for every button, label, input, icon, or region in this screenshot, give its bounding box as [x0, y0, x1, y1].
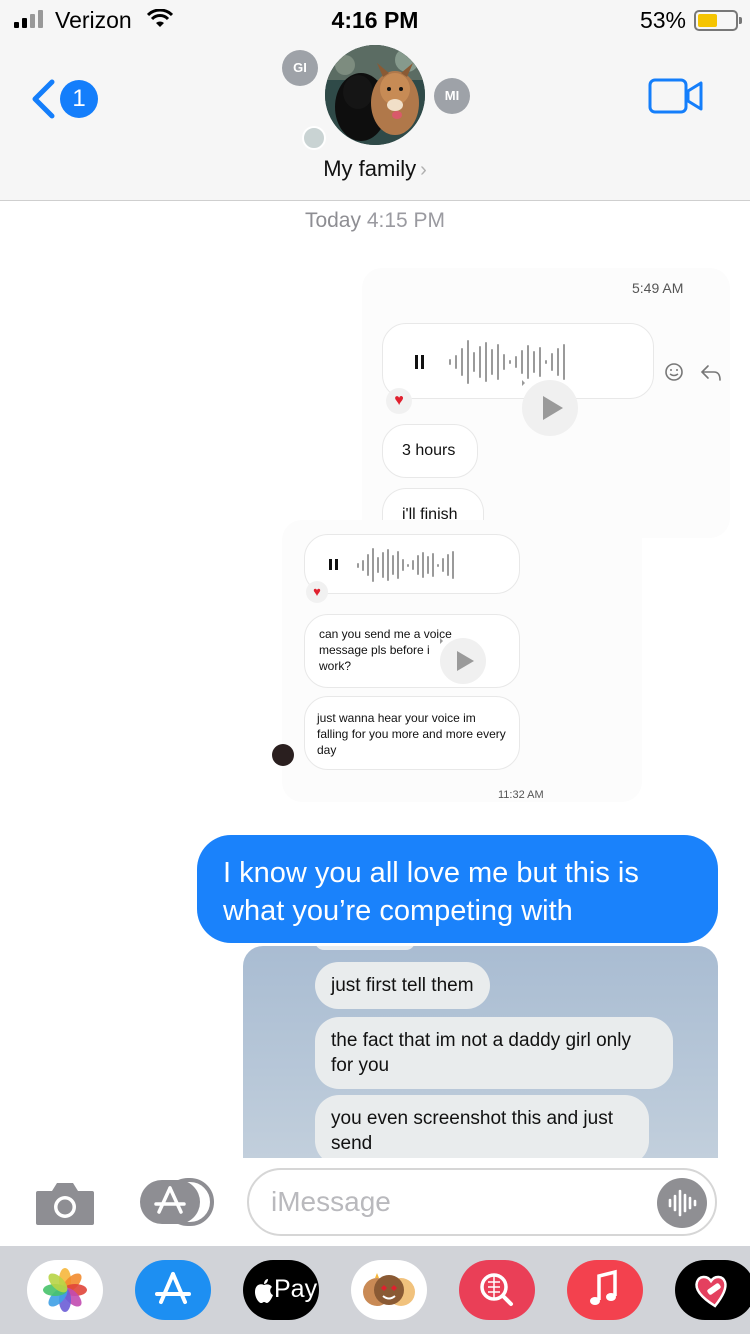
dogs-photo — [325, 45, 425, 145]
reply-icon — [700, 365, 721, 381]
chat-bubble: you even screenshot this and just send — [315, 1095, 649, 1158]
imessage-app-drawer: Pay — [0, 1246, 750, 1334]
screenshot-time: 11:32 AM — [498, 789, 544, 801]
timestamp-time: 4:15 PM — [366, 209, 446, 232]
thread-timestamp: Today 4:15 PM — [0, 209, 750, 233]
photos-icon — [43, 1268, 87, 1312]
pause-icon — [415, 355, 424, 369]
voice-message-bubble — [304, 534, 520, 594]
outgoing-message-bubble[interactable]: I know you all love me but this is what … — [197, 835, 718, 943]
screenshot-image-2[interactable]: ♥ can you send me a voice message pls be… — [272, 520, 642, 802]
message-field[interactable] — [247, 1168, 717, 1236]
voice-message-bubble — [382, 323, 654, 399]
chat-bubble-text: the fact that im not a daddy girl only f… — [331, 1030, 631, 1076]
camera-button[interactable] — [34, 1179, 96, 1227]
battery-icon — [694, 10, 742, 31]
apps-button[interactable] — [138, 1178, 214, 1226]
conversation-header: 1 GI MI My family › — [0, 40, 750, 201]
message-input[interactable] — [271, 1182, 641, 1222]
chat-bubble-text: just first tell them — [331, 975, 474, 996]
memoji-icon — [363, 1273, 415, 1306]
chat-bubble-text: you even screenshot this and just send — [331, 1108, 614, 1154]
heart-sticker-icon — [695, 1275, 727, 1308]
group-name-label: My family — [323, 156, 417, 181]
video-camera-icon — [648, 78, 703, 114]
music-app-button[interactable] — [567, 1260, 643, 1320]
chat-bubble: just first tell them — [315, 962, 490, 1009]
app-store-app-button[interactable] — [135, 1260, 211, 1320]
ig-message-bubble: can you send me a voice message pls befo… — [304, 614, 520, 688]
sender-avatar — [272, 744, 294, 766]
audio-message-button[interactable] — [657, 1178, 707, 1228]
heart-sticker-app-button[interactable] — [675, 1260, 750, 1320]
smile-reaction-icon — [665, 363, 683, 381]
heart-reaction-icon: ♥ — [306, 581, 328, 603]
ig-message-bubble: 3 hours — [382, 424, 478, 478]
music-icon — [590, 1269, 617, 1305]
timestamp-day: Today — [304, 209, 361, 232]
chevron-left-icon — [32, 79, 55, 119]
pause-icon — [329, 559, 338, 570]
ig-message-bubble: just wanna hear your voice im falling fo… — [304, 696, 520, 770]
ig-message-text: 3 hours — [402, 442, 456, 459]
facetime-video-button[interactable] — [648, 78, 704, 119]
app-store-icon — [140, 1178, 214, 1226]
photos-app-button[interactable] — [27, 1260, 103, 1320]
play-icon — [522, 380, 578, 436]
waveform-icon — [357, 546, 454, 584]
heart-reaction-icon: ♥ — [386, 388, 412, 414]
compose-bar — [0, 1158, 750, 1246]
messages-screen: Verizon 4:16 PM 53% 1 GI MI My family › … — [0, 0, 750, 1334]
battery-fill — [698, 14, 717, 27]
status-bar: Verizon 4:16 PM 53% — [0, 0, 750, 40]
waveform-icon — [449, 338, 565, 386]
camera-icon — [36, 1183, 94, 1225]
screenshot-image-3[interactable]: just first tell them the fact that im no… — [243, 946, 718, 1158]
apple-pay-icon — [255, 1279, 273, 1303]
member-avatar-gi[interactable]: GI — [282, 50, 318, 86]
ig-message-text: can you send me a voice message pls befo… — [319, 627, 452, 673]
memoji-app-button[interactable] — [351, 1260, 427, 1320]
search-images-app-button[interactable] — [459, 1260, 535, 1320]
chevron-right-icon: › — [420, 159, 427, 181]
search-images-icon — [480, 1273, 513, 1306]
battery-percent: 53% — [639, 7, 686, 33]
back-button[interactable]: 1 — [28, 78, 103, 120]
apple-pay-label: Pay — [274, 1275, 318, 1303]
unread-badge: 1 — [60, 80, 98, 118]
group-name[interactable]: My family › — [0, 156, 750, 182]
play-icon — [440, 638, 486, 684]
audio-waveform-icon — [668, 1189, 697, 1217]
outgoing-message-text: I know you all love me but this is what … — [223, 857, 639, 927]
member-avatar-mi[interactable]: MI — [434, 78, 470, 114]
play-triangle — [543, 396, 563, 420]
status-clock: 4:16 PM — [331, 7, 419, 33]
play-triangle — [457, 651, 474, 671]
app-store-icon — [155, 1272, 191, 1304]
apple-pay-app-button[interactable]: Pay — [243, 1260, 319, 1320]
member-avatar-photo[interactable] — [302, 126, 326, 150]
chat-bubble: the fact that im not a daddy girl only f… — [315, 1017, 673, 1089]
group-avatar[interactable] — [325, 45, 425, 145]
screenshot-time: 5:49 AM — [632, 280, 684, 296]
ig-message-text: just wanna hear your voice im falling fo… — [317, 711, 506, 757]
chat-bubble-fragment — [315, 946, 415, 950]
screenshot-image-1[interactable]: 5:49 AM ♥ 3 hours i'll finish — [362, 268, 730, 538]
